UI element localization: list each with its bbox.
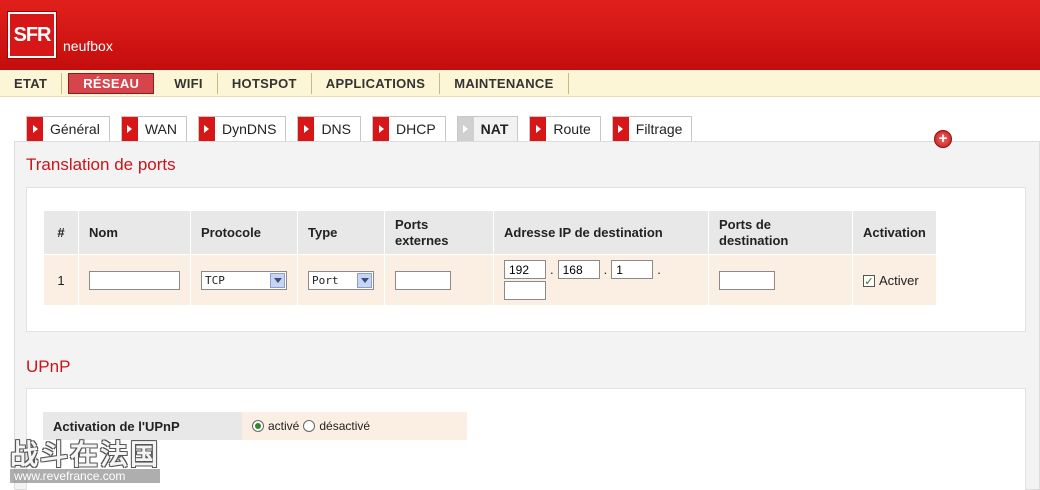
- ip-octet-4-input[interactable]: [504, 281, 546, 300]
- header-bar: SFR neufbox: [0, 0, 1040, 70]
- col-adresse-ip: Adresse IP de destination: [494, 211, 708, 254]
- add-rule-plus-icon[interactable]: +: [934, 130, 952, 148]
- upnp-inactive-label[interactable]: désactivé: [319, 419, 370, 433]
- top-navigation: ETAT RÉSEAU WIFI HOTSPOT APPLICATIONS MA…: [0, 70, 1040, 97]
- arrow-right-icon: [612, 117, 629, 141]
- ports-externes-input[interactable]: [395, 270, 451, 290]
- table-row: 1 TCP Port 192 . 168 . 1 . ✓ Activer: [44, 255, 936, 305]
- col-protocole: Protocole: [191, 211, 297, 254]
- col-activation: Activation: [853, 211, 936, 254]
- ip-octet-3-input[interactable]: [611, 260, 654, 279]
- sfr-logo[interactable]: SFR: [8, 12, 56, 58]
- col-ports-destination: Ports de destination: [709, 211, 852, 254]
- nav-applications[interactable]: APPLICATIONS: [312, 72, 441, 94]
- cell-ports-externes: [385, 255, 493, 305]
- tab-filtrage[interactable]: Filtrage: [611, 116, 693, 141]
- tab-label: Filtrage: [635, 121, 683, 137]
- type-value: Port: [312, 273, 339, 287]
- arrow-right-icon: [457, 117, 474, 141]
- port-forwarding-table: # Nom Protocole Type Ports externes Adre…: [43, 210, 937, 306]
- watermark: 战斗在法国 www.revefrance.com: [10, 433, 161, 483]
- tab-label: NAT: [480, 121, 509, 137]
- activer-label: Activer: [879, 272, 919, 288]
- watermark-text: 战斗在法国: [10, 439, 161, 470]
- ip-octet-1-input[interactable]: [504, 260, 546, 279]
- cell-activation: ✓ Activer: [853, 255, 936, 305]
- upnp-active-radio[interactable]: [252, 420, 264, 432]
- nav-reseau[interactable]: RÉSEAU: [68, 72, 155, 94]
- nat-section-title: Translation de ports: [26, 155, 176, 174]
- tab-dyndns[interactable]: DynDNS: [197, 116, 287, 141]
- content-panel: Translation de ports # Nom Protocole Typ…: [14, 141, 1040, 490]
- tab-wan[interactable]: WAN: [120, 116, 187, 141]
- arrow-right-icon: [121, 117, 138, 141]
- tab-dhcp[interactable]: DHCP: [372, 116, 446, 141]
- protocole-select[interactable]: TCP: [201, 270, 287, 290]
- col-nom: Nom: [79, 211, 190, 254]
- nav-etat[interactable]: ETAT: [0, 72, 63, 94]
- nom-input[interactable]: [89, 270, 180, 290]
- tab-label: DHCP: [396, 121, 436, 137]
- arrow-right-icon: [530, 117, 547, 141]
- tab-label: DNS: [321, 121, 351, 137]
- cell-adresse-ip: . . .: [494, 255, 708, 305]
- col-num: #: [44, 211, 78, 254]
- row-number: 1: [44, 255, 78, 305]
- col-type: Type: [298, 211, 384, 254]
- ip-separator: .: [550, 262, 554, 277]
- subtab-bar: Général WAN DynDNS DNS DHCP NAT Route Fi…: [26, 116, 703, 142]
- tab-label: Route: [553, 121, 591, 137]
- chevron-down-icon: [270, 272, 285, 288]
- ports-destination-input[interactable]: [719, 270, 775, 290]
- nav-hotspot[interactable]: HOTSPOT: [218, 72, 312, 94]
- upnp-inactive-radio[interactable]: [303, 420, 316, 432]
- arrow-right-icon: [298, 117, 315, 141]
- tab-nat[interactable]: NAT: [456, 116, 519, 141]
- cell-protocole: TCP: [191, 255, 297, 305]
- upnp-active-label[interactable]: activé: [268, 419, 299, 433]
- upnp-box: Activation de l'UPnP activé désactivé: [26, 388, 1026, 490]
- col-ports-externes: Ports externes: [385, 211, 493, 254]
- activer-checkbox[interactable]: ✓: [863, 275, 875, 288]
- tab-route[interactable]: Route: [529, 116, 601, 141]
- arrow-right-icon: [198, 117, 215, 141]
- tab-general[interactable]: Général: [26, 116, 110, 141]
- ip-octet-2-input[interactable]: [557, 260, 600, 279]
- tab-dns[interactable]: DNS: [297, 116, 361, 141]
- ip-separator: .: [603, 262, 608, 277]
- port-forwarding-box: # Nom Protocole Type Ports externes Adre…: [26, 187, 1026, 332]
- arrow-right-icon: [27, 117, 43, 141]
- brand-name: neufbox: [63, 38, 113, 54]
- protocole-value: TCP: [205, 273, 225, 287]
- nav-maintenance[interactable]: MAINTENANCE: [440, 72, 569, 94]
- tab-label: DynDNS: [221, 121, 277, 137]
- nav-wifi[interactable]: WIFI: [160, 72, 218, 94]
- type-select[interactable]: Port: [308, 270, 374, 290]
- upnp-section-title: UPnP: [26, 357, 71, 376]
- upnp-options: activé désactivé: [242, 412, 467, 440]
- table-header-row: # Nom Protocole Type Ports externes Adre…: [44, 211, 936, 254]
- chevron-down-icon: [357, 272, 372, 288]
- tab-label: Général: [50, 121, 100, 137]
- cell-nom: [79, 255, 190, 305]
- cell-ports-destination: [709, 255, 852, 305]
- ip-separator: .: [657, 262, 661, 277]
- cell-type: Port: [298, 255, 384, 305]
- arrow-right-icon: [373, 117, 389, 141]
- tab-label: WAN: [144, 121, 177, 137]
